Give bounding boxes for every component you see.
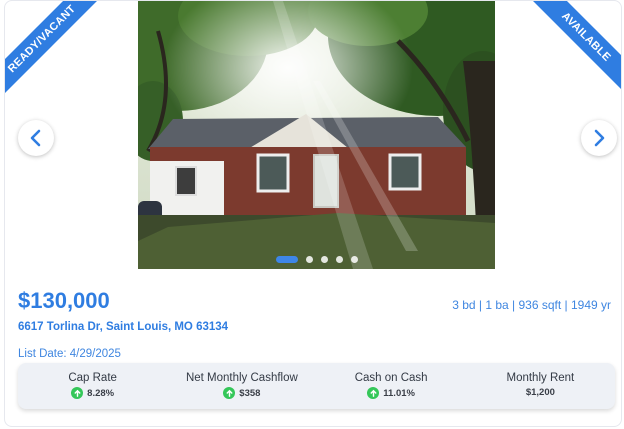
carousel-dot[interactable] bbox=[335, 256, 343, 263]
property-specs: 3 bd | 1 ba | 936 sqft | 1949 yr bbox=[452, 298, 611, 312]
metric-label: Monthly Rent bbox=[506, 372, 575, 384]
property-address[interactable]: 6617 Torlina Dr, Saint Louis, MO 63134 bbox=[18, 321, 228, 333]
next-photo-button[interactable] bbox=[581, 120, 617, 156]
carousel-dot[interactable] bbox=[320, 256, 328, 263]
arrow-up-icon bbox=[71, 387, 84, 399]
investment-metrics: Cap Rate 8.28% Net Monthly Cashflow $358… bbox=[18, 363, 615, 409]
chevron-left-icon bbox=[30, 129, 41, 147]
metric-value: $358 bbox=[239, 387, 261, 399]
list-date: List Date: 4/29/2025 bbox=[18, 348, 121, 360]
house-image bbox=[138, 1, 495, 269]
fullscreen-icon[interactable] bbox=[599, 13, 615, 29]
property-photo[interactable] bbox=[138, 1, 495, 269]
carousel-indicators bbox=[138, 256, 495, 263]
listing-card[interactable]: READY/VACANT AVAILABLE $130,000 3 bd | 1… bbox=[4, 0, 622, 427]
metric-value: 8.28% bbox=[87, 387, 115, 399]
status-ribbon-vacancy: READY/VACANT bbox=[5, 1, 104, 101]
arrow-up-icon bbox=[223, 387, 236, 399]
metric-cash-on-cash: Cash on Cash 11.01% bbox=[317, 363, 466, 409]
metric-cap-rate: Cap Rate 8.28% bbox=[18, 363, 167, 409]
carousel-dot-active[interactable] bbox=[275, 256, 298, 263]
arrow-up-icon bbox=[367, 387, 380, 399]
carousel-dot[interactable] bbox=[305, 256, 313, 263]
metric-monthly-rent: Monthly Rent $1,200 bbox=[466, 363, 615, 409]
metric-label: Cash on Cash bbox=[354, 372, 428, 384]
metric-label: Cap Rate bbox=[68, 372, 117, 384]
previous-photo-button[interactable] bbox=[18, 120, 54, 156]
metric-value: 11.01% bbox=[383, 387, 415, 399]
chevron-right-icon bbox=[594, 129, 605, 147]
carousel-dot[interactable] bbox=[350, 256, 358, 263]
metric-value: $1,200 bbox=[525, 387, 555, 398]
listing-price: $130,000 bbox=[18, 288, 110, 313]
metric-label: Net Monthly Cashflow bbox=[185, 372, 298, 384]
metric-net-monthly-cashflow: Net Monthly Cashflow $358 bbox=[167, 363, 316, 409]
